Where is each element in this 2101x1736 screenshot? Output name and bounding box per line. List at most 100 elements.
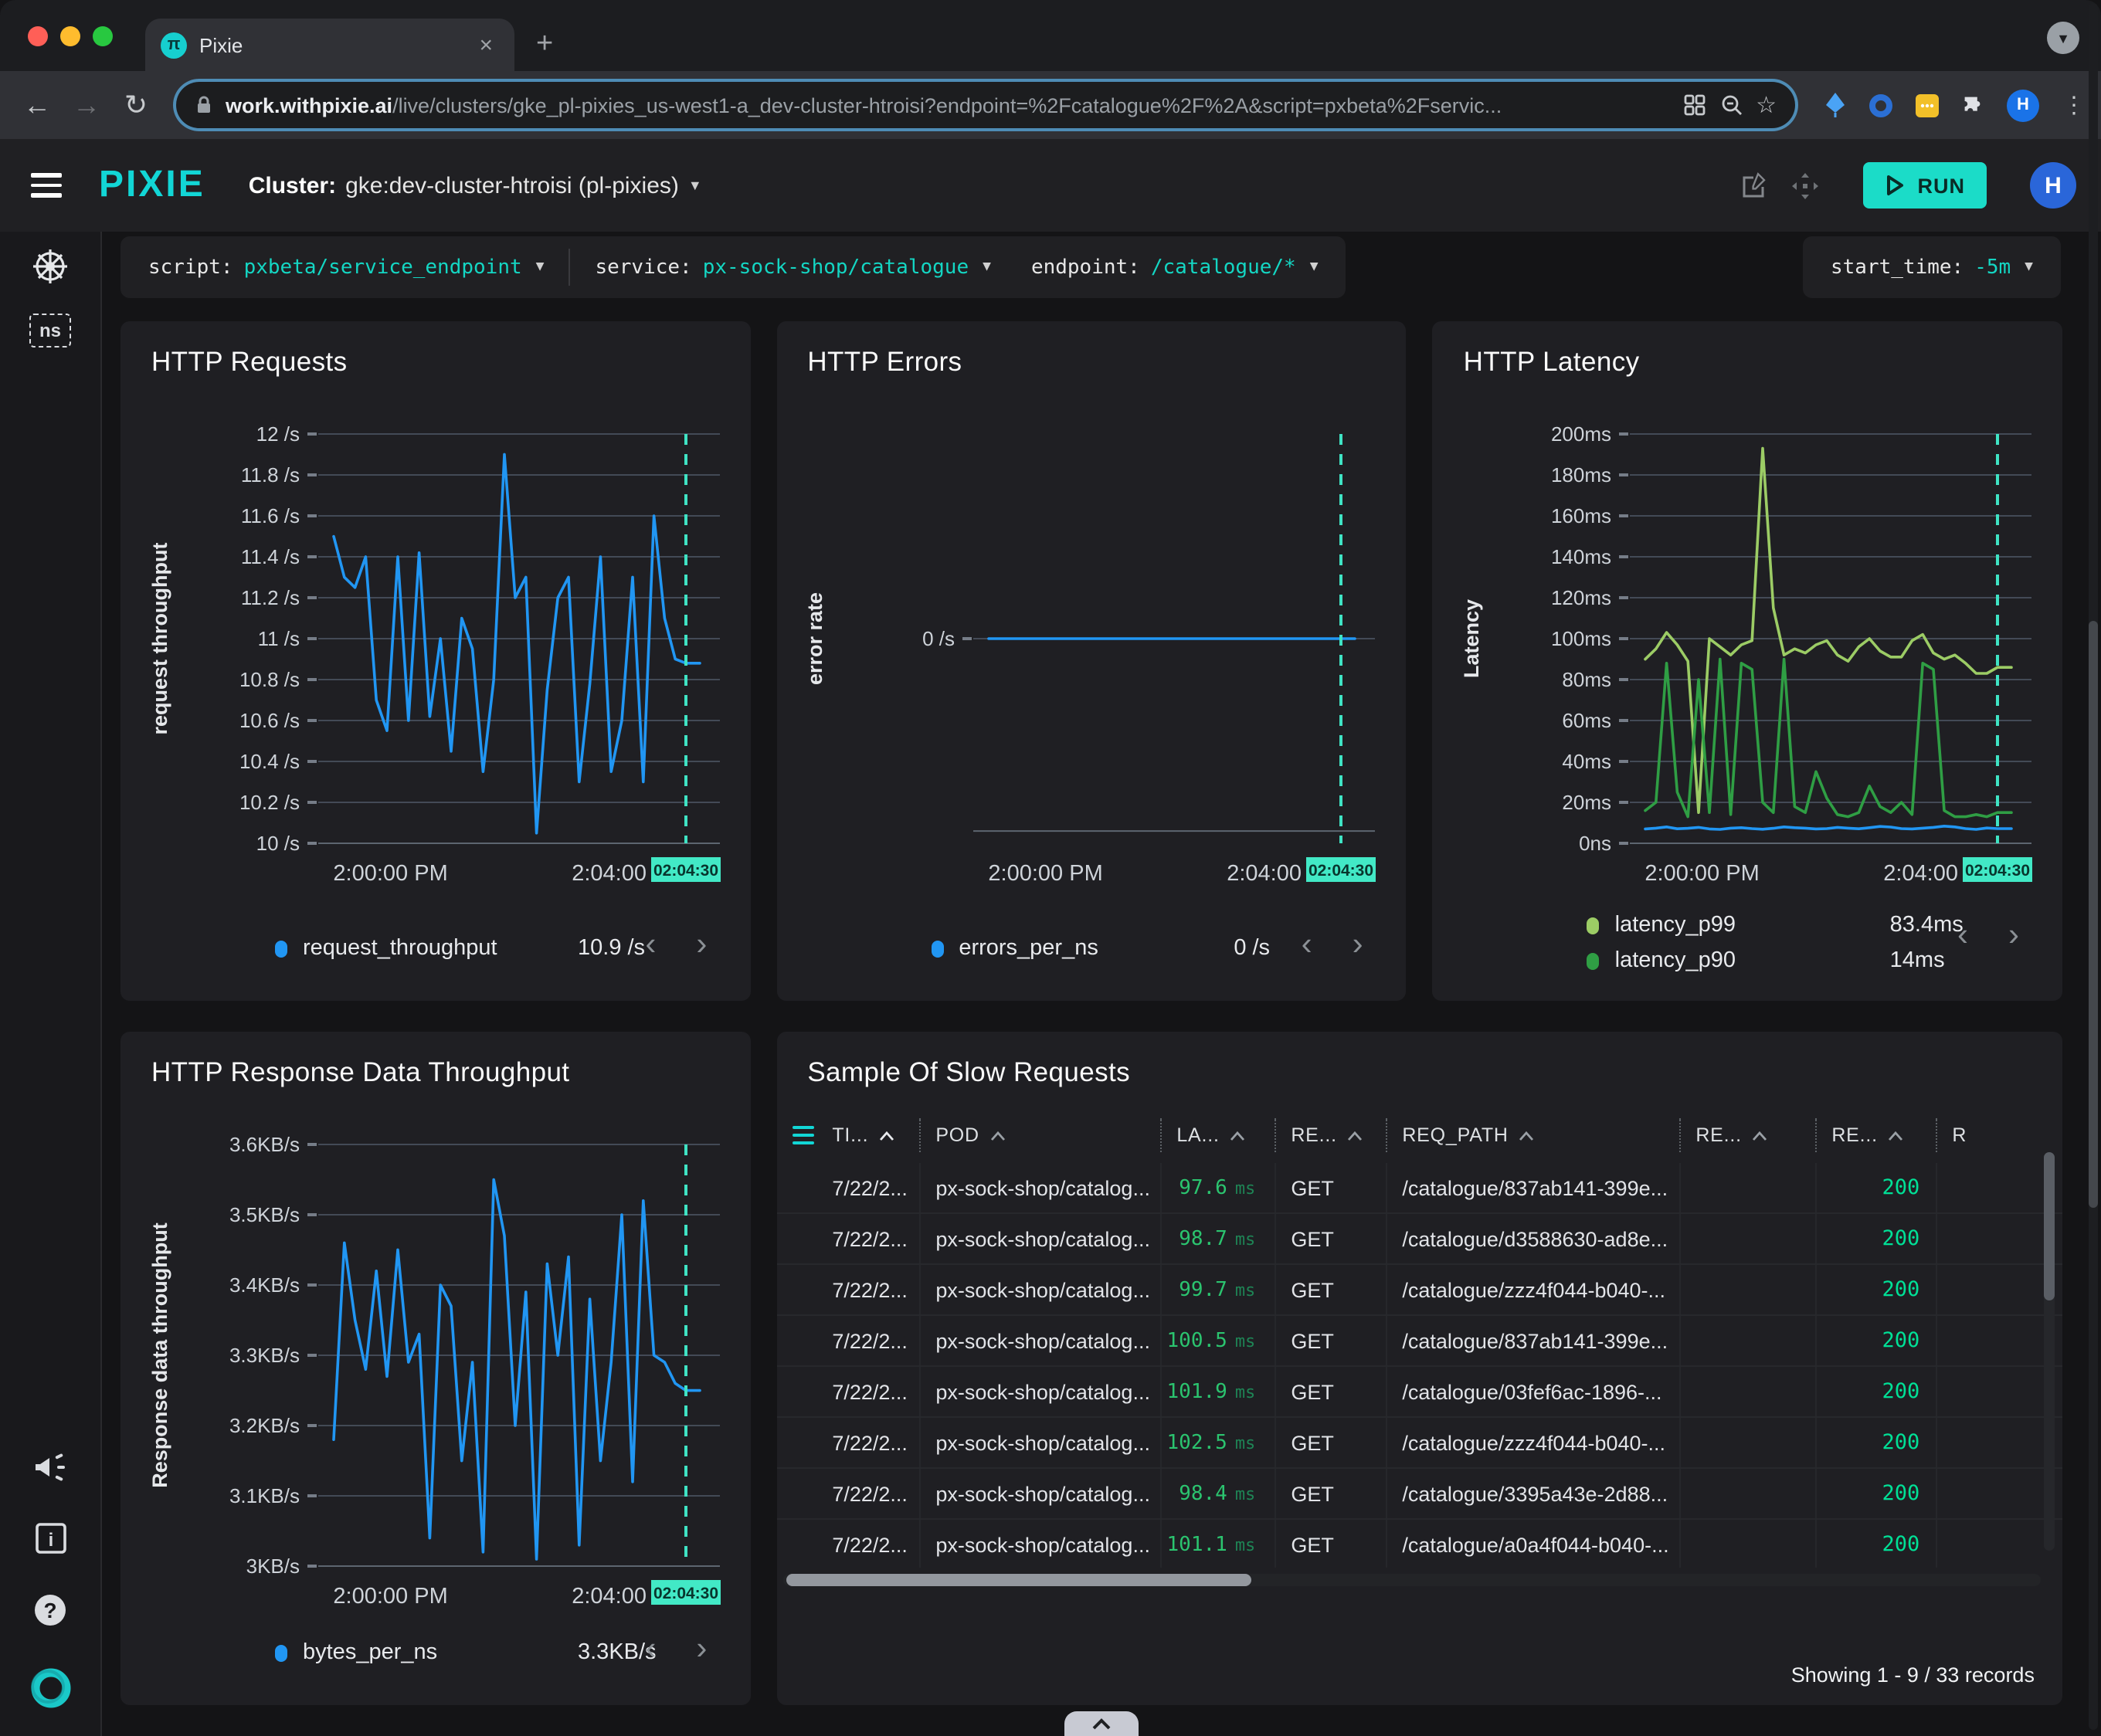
column-header-remote[interactable]: RE... [1678, 1118, 1814, 1152]
info-icon[interactable]: i [33, 1521, 67, 1555]
announcements-icon[interactable] [32, 1450, 69, 1484]
http-latency-chart[interactable]: Latency200ms180ms160ms140ms120ms100ms80m… [1457, 412, 2038, 897]
table-row[interactable]: 7/22/2...px-sock-shop/catalog...101.1msG… [776, 1520, 2062, 1568]
table-row[interactable]: 7/22/2...px-sock-shop/catalog...98.4msGE… [776, 1469, 2062, 1520]
y-tick-label: 12 /s [256, 422, 299, 446]
expand-drawer-button[interactable] [1064, 1711, 1139, 1736]
page-scrollbar-thumb[interactable] [2089, 621, 2098, 1208]
edit-script-icon[interactable] [1740, 171, 1770, 200]
chrome-profile-avatar[interactable]: H [2007, 89, 2039, 121]
move-widgets-icon[interactable] [1791, 171, 1821, 200]
cell-method: GET [1274, 1316, 1385, 1365]
http-errors-card: HTTP Errors error rate0 /s2:00:00 PM2:04… [776, 321, 1406, 1001]
help-icon[interactable]: ? [32, 1592, 68, 1628]
cell-status: 200 [1814, 1265, 1935, 1314]
minimize-window-button[interactable] [60, 26, 80, 46]
y-tick-label: 0 /s [923, 627, 955, 650]
y-tick-label: 100ms [1551, 627, 1611, 650]
http-response-throughput-chart[interactable]: Response data throughput3.6KB/s3.5KB/s3.… [145, 1123, 726, 1620]
column-header-latency[interactable]: LA... [1159, 1118, 1274, 1152]
table-row[interactable]: 7/22/2...px-sock-shop/catalog...98.7msGE… [776, 1214, 2062, 1265]
table-row[interactable]: 7/22/2...px-sock-shop/catalog...100.5msG… [776, 1316, 2062, 1367]
cluster-value: gke:dev-cluster-htroisi (pl-pixies) [345, 172, 679, 198]
legend-pager: ‹› [645, 927, 707, 964]
zoom-out-icon[interactable] [1719, 93, 1743, 117]
chrome-menu-icon[interactable]: ⋮ [2062, 91, 2086, 119]
reload-icon[interactable]: ↻ [114, 89, 158, 121]
lock-icon [195, 94, 213, 116]
kite-extension-icon[interactable] [1823, 91, 1848, 119]
hamburger-menu-icon[interactable] [31, 174, 62, 198]
cluster-selector[interactable]: Cluster: gke:dev-cluster-htroisi (pl-pix… [249, 172, 702, 198]
chevron-right-icon[interactable]: › [1353, 927, 1363, 964]
table-row[interactable]: 7/22/2...px-sock-shop/catalog...101.9msG… [776, 1367, 2062, 1418]
extensions-puzzle-icon[interactable] [1960, 92, 1987, 118]
x-tick-label: 2:04:00 [572, 861, 647, 886]
legend-pager: ‹› [1957, 917, 2019, 954]
cell-method: GET [1274, 1418, 1385, 1467]
y-tick-label: 80ms [1563, 668, 1612, 691]
back-icon[interactable]: ← [15, 89, 59, 121]
table-menu-icon[interactable] [776, 1118, 816, 1152]
tab-close-icon[interactable]: × [473, 29, 499, 61]
script-selector[interactable]: script:pxbeta/service_endpoint▼ [148, 256, 544, 279]
tab-groups-icon[interactable] [1682, 93, 1706, 117]
namespace-icon[interactable]: ns [30, 314, 70, 348]
browser-tab[interactable]: π Pixie × [145, 19, 514, 71]
column-header-status[interactable]: RE... [1814, 1118, 1935, 1152]
y-tick-label: 10.4 /s [239, 750, 300, 773]
chart-title: HTTP Latency [1433, 321, 2062, 378]
table-row[interactable]: 7/22/2...px-sock-shop/catalog...99.7msGE… [776, 1265, 2062, 1316]
table-row[interactable]: 7/22/2...px-sock-shop/catalog...102.5msG… [776, 1418, 2062, 1469]
new-tab-button[interactable]: + [536, 28, 553, 62]
chevron-left-icon[interactable]: ‹ [645, 927, 656, 964]
column-header-method[interactable]: RE... [1274, 1118, 1385, 1152]
chevron-left-icon[interactable]: ‹ [1302, 927, 1312, 964]
y-tick-label: 140ms [1551, 545, 1611, 568]
page-scrollbar[interactable] [2089, 3, 2098, 1730]
chevron-right-icon[interactable]: › [2008, 917, 2019, 954]
cell-pod: px-sock-shop/catalog... [918, 1469, 1159, 1518]
user-avatar[interactable]: H [2030, 162, 2076, 209]
chevron-right-icon[interactable]: › [696, 927, 707, 964]
endpoint-selector[interactable]: endpoint:/catalogue/*▼ [1031, 256, 1319, 279]
chevron-left-icon[interactable]: ‹ [1957, 917, 1968, 954]
svg-text:02:04:30: 02:04:30 [653, 1585, 718, 1602]
y-tick-label: 200ms [1551, 422, 1611, 446]
forward-icon[interactable]: → [65, 89, 108, 121]
cell-latency: 98.7ms [1159, 1214, 1274, 1263]
x-tick-label: 2:00:00 PM [333, 861, 447, 886]
http-errors-chart[interactable]: error rate0 /s2:00:00 PM2:04:0002:04:30 [801, 412, 1382, 897]
ring-extension-icon[interactable] [1868, 92, 1894, 118]
url-bar[interactable]: work.withpixie.ai/live/clusters/gke_pl-p… [176, 82, 1795, 128]
scrollbar-thumb[interactable] [786, 1574, 1251, 1586]
horizontal-scrollbar[interactable] [782, 1574, 2041, 1586]
chevron-left-icon[interactable]: ‹ [645, 1631, 656, 1668]
start-time-selector[interactable]: start_time:-5m▼ [1803, 236, 2061, 298]
column-header-time[interactable]: TI... [816, 1118, 918, 1152]
pixie-ring-logo-icon[interactable] [27, 1665, 73, 1711]
pixie-favicon-icon: π [161, 32, 187, 58]
run-button[interactable]: RUN [1864, 162, 1987, 209]
dashboard-grid: HTTP Requests request throughput12 /s11.… [102, 298, 2101, 1705]
vertical-scrollbar-thumb[interactable] [2044, 1152, 2055, 1300]
column-header-pod[interactable]: POD [918, 1118, 1159, 1152]
zoom-window-button[interactable] [93, 26, 113, 46]
table-row[interactable]: 7/22/2...px-sock-shop/catalog...97.6msGE… [776, 1163, 2062, 1214]
column-header-partial[interactable]: R [1935, 1118, 2062, 1152]
cell-method: GET [1274, 1163, 1385, 1212]
y-tick-label: 11.4 /s [241, 545, 300, 568]
sort-icon [1348, 1130, 1363, 1141]
y-tick-label: 3.2KB/s [229, 1414, 300, 1437]
chevron-right-icon[interactable]: › [696, 1631, 707, 1668]
column-header-req-path[interactable]: REQ_PATH [1385, 1118, 1678, 1152]
service-selector[interactable]: service:px-sock-shop/catalogue▼ [595, 256, 990, 279]
kubernetes-cluster-icon[interactable] [31, 247, 70, 286]
bookmark-star-icon[interactable]: ☆ [1756, 91, 1777, 119]
http-requests-chart[interactable]: request throughput12 /s11.8 /s11.6 /s11.… [145, 412, 726, 897]
yellow-extension-icon[interactable] [1914, 92, 1940, 118]
cell-time: 7/22/2... [816, 1520, 918, 1568]
close-window-button[interactable] [28, 26, 48, 46]
tab-search-icon[interactable]: ▼ [2047, 22, 2079, 54]
cell-latency: 99.7ms [1159, 1265, 1274, 1314]
